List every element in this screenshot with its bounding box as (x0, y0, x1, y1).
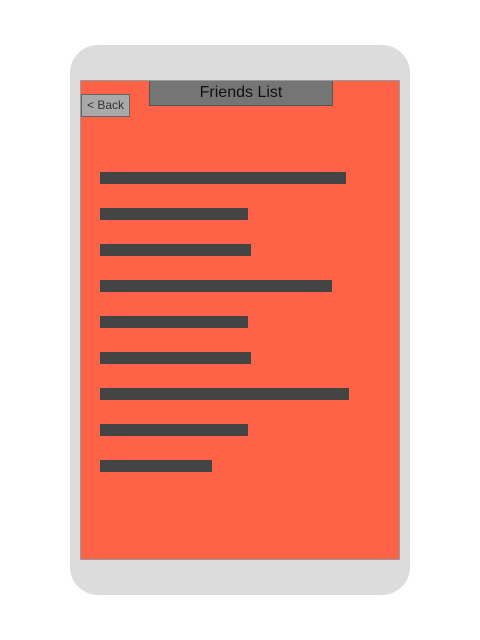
friend-list-item[interactable] (100, 172, 346, 184)
friends-list (100, 172, 380, 496)
friend-list-item[interactable] (100, 424, 248, 436)
friend-list-item[interactable] (100, 460, 212, 472)
friend-list-item[interactable] (100, 208, 248, 220)
friend-list-item[interactable] (100, 316, 248, 328)
friend-list-item[interactable] (100, 244, 251, 256)
page-title: Friends List (149, 81, 333, 106)
app-screen: Friends List < Back (80, 80, 400, 560)
back-button[interactable]: < Back (81, 94, 130, 117)
friend-list-item[interactable] (100, 280, 332, 292)
friend-list-item[interactable] (100, 352, 251, 364)
friend-list-item[interactable] (100, 388, 349, 400)
